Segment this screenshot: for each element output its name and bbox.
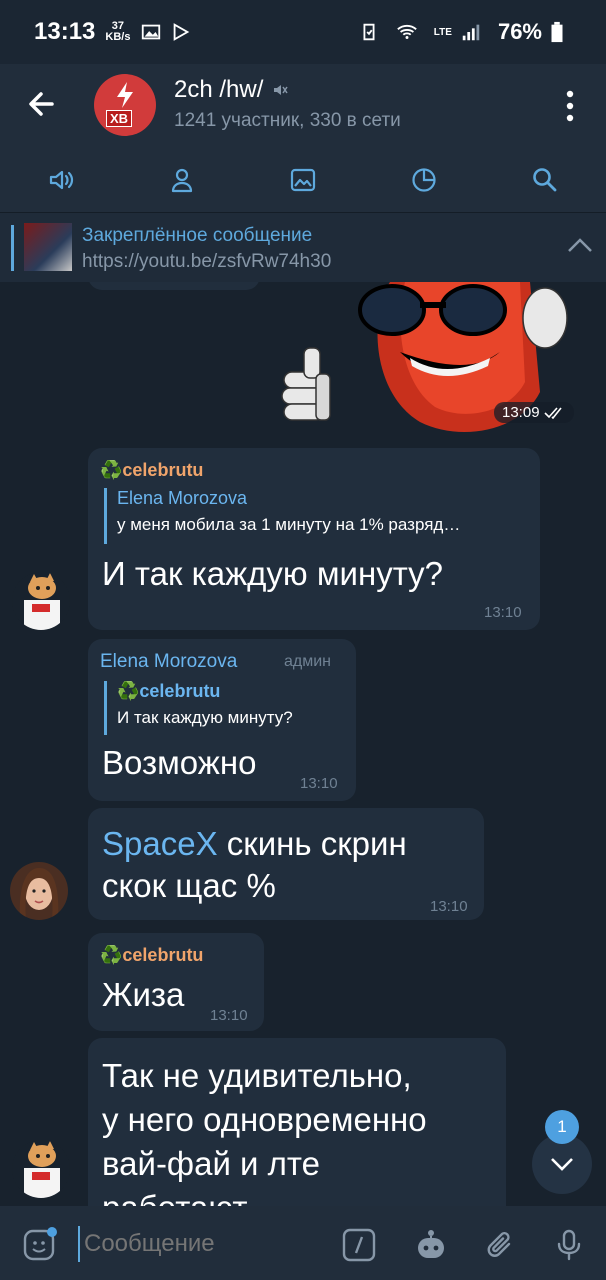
sticker-emoji-icon[interactable] <box>22 1226 58 1262</box>
chat-toolbar <box>0 160 606 200</box>
message-time: 13:10 <box>484 604 522 621</box>
cat-avatar-icon <box>12 572 70 630</box>
pinned-thumbnail <box>24 223 72 271</box>
pinned-text: https://youtu.be/zsfvRw74h30 <box>82 251 332 272</box>
pie-chart-icon[interactable] <box>409 165 439 195</box>
muted-icon <box>274 85 289 95</box>
reply-quote[interactable]: Elena Morozova у меня мобила за 1 минуту… <box>104 488 460 544</box>
message-text: скок щас % <box>102 867 276 904</box>
battery-icon <box>551 21 563 43</box>
chevron-down-icon <box>551 1158 573 1171</box>
command-slash-icon[interactable] <box>342 1228 376 1262</box>
message-text: И так каждую минуту? <box>102 555 444 592</box>
message-bubble[interactable]: SpaceX скинь скрин скок щас % 13:10 <box>88 808 484 920</box>
sticker[interactable]: 13:09 <box>270 282 590 432</box>
message-sender[interactable]: ♻️celebrutu <box>100 945 203 966</box>
message-bubble[interactable]: Elena Morozova админ ♻️celebrutu И так к… <box>88 639 356 801</box>
message-text: Возможно <box>102 744 257 781</box>
speaker-icon[interactable] <box>46 165 76 195</box>
message-text: SpaceX скинь скрин <box>102 825 407 862</box>
cat-avatar-icon <box>12 1140 70 1198</box>
chevron-up-icon[interactable] <box>566 235 594 255</box>
search-icon[interactable] <box>530 165 560 195</box>
net-speed: 37 KB/s <box>105 20 131 43</box>
avatar[interactable] <box>10 862 68 920</box>
shield-icon <box>363 23 375 41</box>
unread-count-badge: 1 <box>545 1110 579 1144</box>
pinned-title: Закреплённое сообщение <box>82 225 313 246</box>
wifi-icon <box>397 24 417 39</box>
reply-quote[interactable]: ♻️celebrutu И так каждую минуту? <box>104 681 293 735</box>
image-icon[interactable] <box>288 165 318 195</box>
message-bubble[interactable]: Так не удивительно, у него одновременно … <box>88 1038 506 1206</box>
message-sender[interactable]: ♻️celebrutu <box>100 460 203 481</box>
message-bubble[interactable]: ♻️celebrutu Жиза 13:10 <box>88 933 264 1031</box>
attach-paperclip-icon[interactable] <box>484 1228 518 1262</box>
message-text: Жиза <box>102 976 185 1013</box>
quote-text: И так каждую минуту? <box>117 708 293 727</box>
message-list[interactable]: 13:09 ♻️celebrutu Elena Morozova у меня … <box>0 282 606 1206</box>
chat-avatar[interactable]: XB <box>94 74 156 136</box>
signal-icon <box>462 24 480 41</box>
pinned-message-bar[interactable]: Закреплённое сообщение https://youtu.be/… <box>0 212 606 282</box>
profile-icon[interactable] <box>167 165 197 195</box>
message-input[interactable] <box>78 1226 318 1262</box>
quote-text: у меня мобила за 1 минуту на 1% разряд… <box>117 515 461 534</box>
lightning-icon <box>117 82 133 108</box>
message-text-line: Так не удивительно, <box>102 1057 412 1094</box>
avatar[interactable] <box>12 1140 70 1198</box>
microphone-icon[interactable] <box>552 1228 586 1262</box>
battery-level: 76% <box>497 19 542 44</box>
quote-sender: Elena Morozova <box>117 488 248 508</box>
message-time: 13:10 <box>210 1007 248 1024</box>
user-mention[interactable]: SpaceX <box>102 825 218 862</box>
double-check-icon <box>543 406 562 419</box>
message-text-line: вай-фай и лте <box>102 1145 320 1182</box>
message-time: 13:10 <box>300 775 338 792</box>
avatar[interactable] <box>12 572 70 630</box>
chat-subtitle: 1241 участник, 330 в сети <box>174 110 401 131</box>
message-input-bar <box>0 1206 606 1280</box>
message-bubble[interactable]: ♻️celebrutu Elena Morozova у меня мобила… <box>88 448 540 630</box>
chat-header: XB 2ch /hw/ 1241 участник, 330 в сети <box>0 64 606 212</box>
message-bubble <box>88 282 260 290</box>
message-text-line: работают <box>102 1188 247 1206</box>
status-bar: 13:13 37 KB/s LTE 76% <box>0 0 606 64</box>
message-time: 13:09 <box>502 404 540 421</box>
gallery-icon <box>142 24 161 40</box>
message-text-line: у него одновременно <box>102 1101 427 1138</box>
more-menu-icon[interactable] <box>558 88 582 124</box>
avatar-badge: XB <box>106 110 133 127</box>
chat-title[interactable]: 2ch /hw/ <box>174 76 263 104</box>
girl-avatar-icon <box>10 862 68 920</box>
message-sender[interactable]: Elena Morozova <box>100 651 237 673</box>
admin-badge: админ <box>284 653 332 670</box>
bot-icon[interactable] <box>414 1228 448 1262</box>
quote-sender: ♻️celebrutu <box>117 681 221 701</box>
play-store-icon <box>174 23 190 41</box>
back-arrow-icon[interactable] <box>22 84 62 124</box>
pinned-indicator <box>11 225 14 271</box>
clock: 13:13 <box>34 18 96 45</box>
message-time: 13:10 <box>430 898 468 915</box>
network-type: LTE <box>433 26 452 38</box>
